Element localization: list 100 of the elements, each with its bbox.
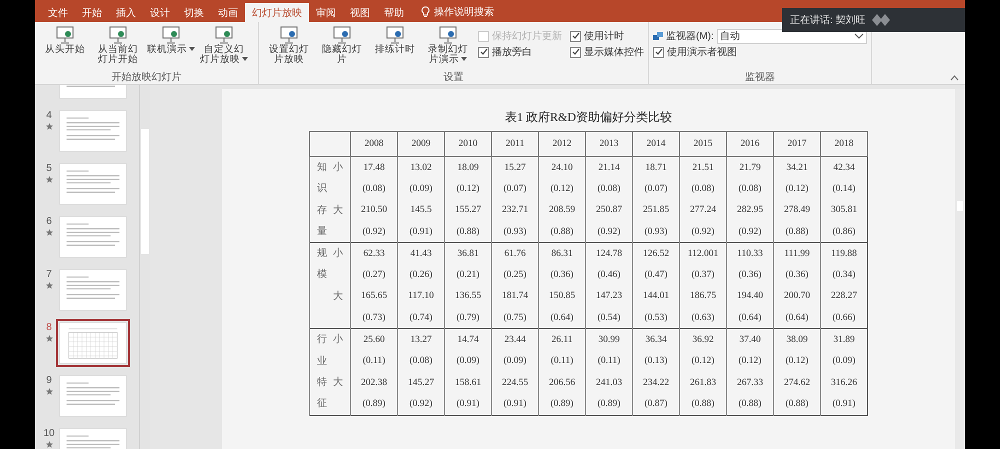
tell-me-search-field[interactable]: 操作说明搜索 — [434, 3, 494, 22]
table-cell: 36.34 — [632, 328, 680, 351]
table-cell: (0.66) — [820, 307, 868, 329]
ribbon-tab[interactable]: 帮助 — [377, 3, 411, 22]
ribbon-tab[interactable]: 插入 — [109, 3, 143, 22]
ribbon-group-label: 开始放映幻灯片 — [110, 72, 182, 84]
checkbox[interactable] — [478, 46, 489, 58]
slide-thumbnail[interactable] — [59, 375, 127, 417]
table-cell: (0.86) — [820, 220, 868, 243]
projector-screen-icon — [160, 25, 182, 45]
collapse-ribbon-icon[interactable] — [950, 75, 959, 81]
chevron-down-icon — [854, 32, 864, 40]
table-cell: (0.09) — [492, 350, 538, 372]
column-header: 2017 — [774, 132, 820, 156]
table-cell: 186.75 — [680, 286, 726, 308]
table-cell: 206.56 — [538, 372, 586, 394]
table-cell: 267.33 — [726, 372, 774, 394]
table-cell: 277.24 — [680, 200, 726, 221]
animation-star-icon — [46, 123, 52, 130]
table-cell: (0.37) — [680, 264, 726, 286]
slide-number: 5 — [46, 163, 52, 174]
ribbon-button[interactable]: 设置幻灯片放映 — [263, 24, 315, 72]
table-cell: 200.70 — [774, 286, 820, 308]
table-cell: (0.09) — [398, 178, 444, 200]
table-cell: 30.99 — [586, 328, 632, 351]
ribbon-button[interactable]: 隐藏幻灯片 — [316, 24, 368, 72]
table-cell: 26.11 — [538, 328, 586, 351]
slide-thumbnail[interactable] — [59, 216, 127, 258]
table-cell: 126.52 — [632, 242, 680, 264]
checkbox-label[interactable]: 使用计时 — [584, 29, 624, 43]
checkbox[interactable] — [570, 30, 581, 42]
table-cell: 194.40 — [726, 286, 774, 308]
ribbon-button[interactable]: 联机演示 — [145, 24, 197, 72]
table-cell: 34.21 — [774, 156, 820, 178]
table-cell: 42.34 — [820, 156, 868, 178]
table-cell: (0.36) — [726, 264, 774, 286]
row-group-label: 规模 — [317, 247, 327, 282]
table-cell: (0.36) — [774, 264, 820, 286]
table-cell: 36.81 — [444, 242, 492, 264]
slide-thumbnail[interactable] — [59, 322, 127, 364]
table-cell: (0.88) — [726, 393, 774, 416]
row-label: 小 — [333, 246, 343, 262]
ribbon-tab[interactable]: 视图 — [343, 3, 377, 22]
table-cell: 251.85 — [632, 200, 680, 221]
table-cell: 18.09 — [444, 156, 492, 178]
ribbon-button[interactable]: 录制幻灯片演示 — [422, 24, 474, 72]
ribbon-button[interactable]: 排练计时 — [369, 24, 421, 72]
table-cell: 18.71 — [632, 156, 680, 178]
table-cell: 17.48 — [350, 156, 398, 178]
ribbon-button[interactable]: 从头开始 — [39, 24, 91, 72]
ribbon-tab[interactable]: 审阅 — [309, 3, 343, 22]
table-cell: (0.79) — [444, 307, 492, 329]
column-header: 2008 — [350, 132, 398, 156]
ribbon-tab[interactable]: 开始 — [75, 3, 109, 22]
animation-star-icon — [46, 282, 52, 289]
table-cell: 13.02 — [398, 156, 444, 178]
table-cell: (0.08) — [680, 178, 726, 200]
table-cell: 150.85 — [538, 286, 586, 308]
slide-thumbnail[interactable] — [59, 110, 127, 152]
table-cell: 145.5 — [398, 200, 444, 221]
table-cell: (0.88) — [774, 220, 820, 243]
ribbon-button[interactable]: 从当前幻灯片开始 — [92, 24, 144, 72]
table-cell: 210.50 — [350, 200, 398, 221]
table-cell: (0.08) — [586, 178, 632, 200]
table-cell: (0.87) — [632, 393, 680, 416]
column-header: 2014 — [632, 132, 680, 156]
checkbox[interactable] — [570, 46, 581, 58]
table-cell: 21.14 — [586, 156, 632, 178]
checkbox[interactable] — [653, 46, 664, 58]
caret-icon — [242, 57, 248, 62]
monitor-icon — [653, 31, 663, 41]
table-cell: 41.43 — [398, 242, 444, 264]
checkbox-label[interactable]: 显示媒体控件 — [584, 45, 644, 59]
table-cell: 181.74 — [492, 286, 538, 308]
table-cell: 316.26 — [820, 372, 868, 394]
slide-thumbnail[interactable] — [59, 269, 127, 311]
table-cell: 117.10 — [398, 286, 444, 308]
table-cell: (0.92) — [350, 220, 398, 243]
table-cell: (0.12) — [774, 178, 820, 200]
projector-screen-icon — [384, 25, 406, 45]
table-cell: 155.27 — [444, 200, 492, 221]
table-cell: 31.89 — [820, 328, 868, 351]
table-cell: 13.27 — [398, 328, 444, 351]
checkbox-label[interactable]: 播放旁白 — [492, 45, 532, 59]
ribbon-tab[interactable]: 幻灯片放映 — [245, 3, 309, 22]
scrollbar[interactable] — [139, 85, 150, 449]
slide-thumbnail[interactable] — [59, 163, 127, 205]
ribbon-button[interactable]: 自定义幻灯片放映 — [198, 24, 250, 72]
ribbon-tab[interactable]: 切换 — [177, 3, 211, 22]
table-cell: 23.44 — [492, 328, 538, 351]
table-cell: (0.11) — [350, 350, 398, 372]
column-header: 2009 — [398, 132, 444, 156]
ribbon-tab[interactable]: 动画 — [211, 3, 245, 22]
table-cell: (0.12) — [444, 178, 492, 200]
checkbox-label[interactable]: 使用演示者视图 — [667, 45, 737, 59]
table-cell: (0.34) — [820, 264, 868, 286]
ribbon-tab[interactable]: 设计 — [143, 3, 177, 22]
table-cell: (0.88) — [680, 393, 726, 416]
ribbon-tab[interactable]: 文件 — [41, 3, 75, 22]
table-cell: (0.89) — [538, 393, 586, 416]
